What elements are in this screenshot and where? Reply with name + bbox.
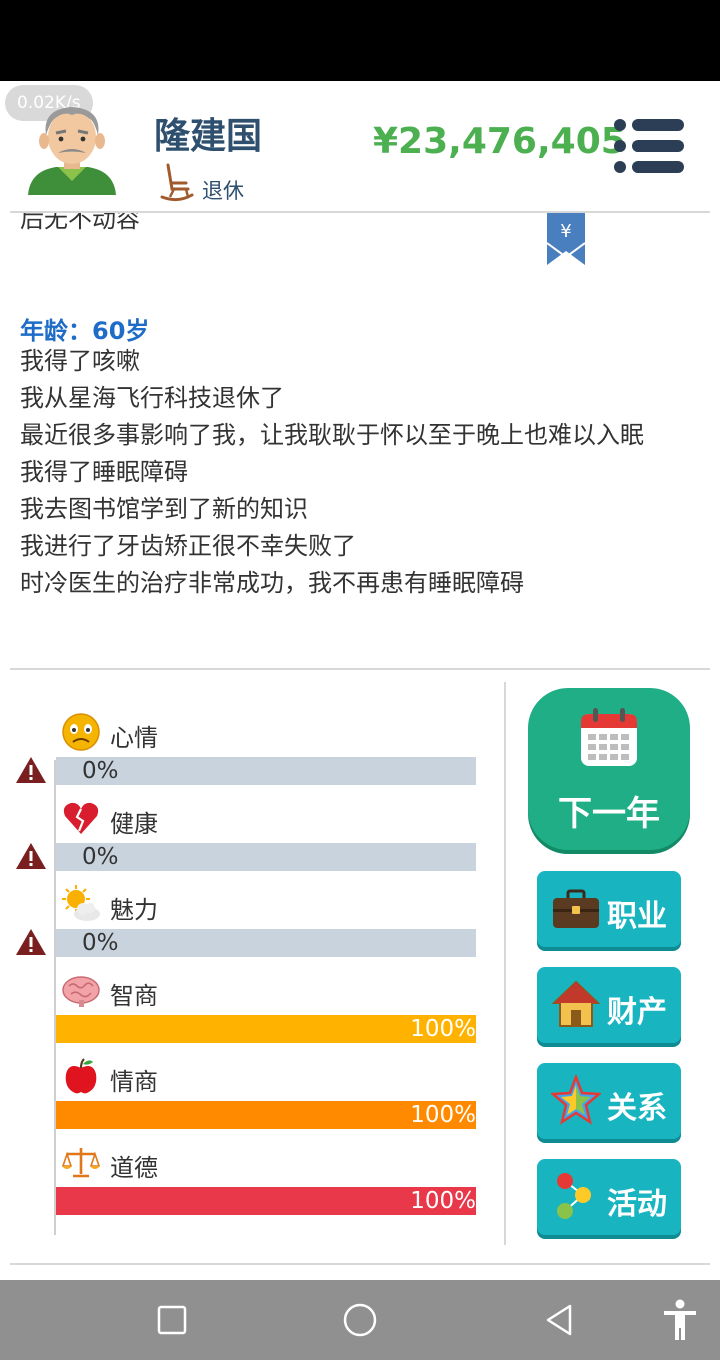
stat-label: 健康 (110, 810, 158, 838)
stat-morality: 道德 100% (0, 1110, 500, 1215)
stat-label: 心情 (110, 724, 158, 752)
scales-icon (61, 1148, 101, 1178)
sun-cloud-icon (62, 885, 100, 921)
log-line: 我得了睡眠障碍 (20, 458, 188, 486)
system-nav-bar (0, 1280, 720, 1360)
avatar[interactable] (20, 95, 124, 199)
yen-symbol: ¥ (560, 221, 571, 242)
assets-label: 财产 (607, 995, 667, 1030)
stat-label: 情商 (110, 1068, 158, 1096)
profile-header: 0.02K/s 隆建国 退休 ¥23,476,405 (0, 81, 720, 213)
stat-health: 健康 0% (0, 766, 500, 871)
home-icon[interactable] (338, 1298, 382, 1342)
occupation-status: 退休 (202, 179, 244, 203)
stat-mood: 心情 0% (0, 680, 500, 785)
log-line: 我从星海飞行科技退休了 (20, 384, 284, 412)
stat-label: 智商 (110, 982, 158, 1010)
log-line: 时冷医生的治疗非常成功，我不再患有睡眠障碍 (20, 569, 524, 597)
log-divider (10, 668, 710, 670)
bottom-divider (10, 1263, 710, 1265)
stat-label: 道德 (110, 1154, 158, 1182)
star-icon (551, 1075, 601, 1125)
character-name: 隆建国 (154, 116, 263, 157)
log-line: 最近很多事影响了我，让我耿耿于怀以至于晚上也难以入眠 (20, 421, 644, 449)
log-line-partial: 后无不动容 (20, 213, 140, 233)
stat-iq: 智商 100% (0, 938, 500, 1043)
status-bar (0, 0, 720, 81)
log-line: 我得了咳嗽 (20, 347, 140, 375)
activities-button[interactable]: 活动 (537, 1159, 681, 1235)
life-event-log[interactable]: 后无不动容 ¥ 年龄：60岁 我得了咳嗽 我从星海飞行科技退休了 最近很多事影响… (0, 213, 720, 668)
brain-icon (62, 976, 100, 1007)
activities-label: 活动 (607, 1187, 667, 1222)
menu-icon (614, 119, 684, 131)
bookmark-badge[interactable]: ¥ (546, 213, 586, 265)
career-button[interactable]: 职业 (537, 871, 681, 947)
calendar-icon (581, 708, 637, 766)
accessibility-icon[interactable] (658, 1298, 702, 1342)
stat-label: 魅力 (110, 896, 158, 924)
log-line: 我去图书馆学到了新的知识 (20, 495, 308, 523)
relations-button[interactable]: 关系 (537, 1063, 681, 1139)
briefcase-icon (553, 889, 599, 928)
rocking-chair-icon (160, 163, 194, 202)
stat-value: 100% (410, 1188, 476, 1214)
panel-divider (504, 682, 506, 1245)
recent-apps-icon[interactable] (150, 1298, 194, 1342)
age-heading: 年龄：60岁 (20, 317, 150, 345)
stat-charm: 魅力 0% (0, 852, 500, 957)
house-icon (551, 980, 601, 1027)
activity-icon (557, 1173, 591, 1219)
career-label: 职业 (607, 899, 667, 934)
money-balance: ¥23,476,405 (373, 121, 626, 162)
assets-button[interactable]: 财产 (537, 967, 681, 1043)
stat-eq: 情商 100% (0, 1024, 500, 1129)
relations-label: 关系 (607, 1091, 667, 1126)
log-line: 我进行了牙齿矫正很不幸失败了 (20, 532, 356, 560)
broken-heart-icon (63, 802, 99, 834)
sad-face-icon (62, 713, 100, 751)
next-year-button[interactable]: 下一年 (528, 688, 690, 850)
menu-button[interactable] (614, 119, 684, 173)
apple-icon (65, 1058, 97, 1094)
next-year-label: 下一年 (558, 794, 660, 834)
back-icon[interactable] (538, 1298, 582, 1342)
stats-panel: 心情 0% 健康 0% 魅力 0% 智商 100% 情商 100% 道德 100… (0, 680, 500, 1240)
